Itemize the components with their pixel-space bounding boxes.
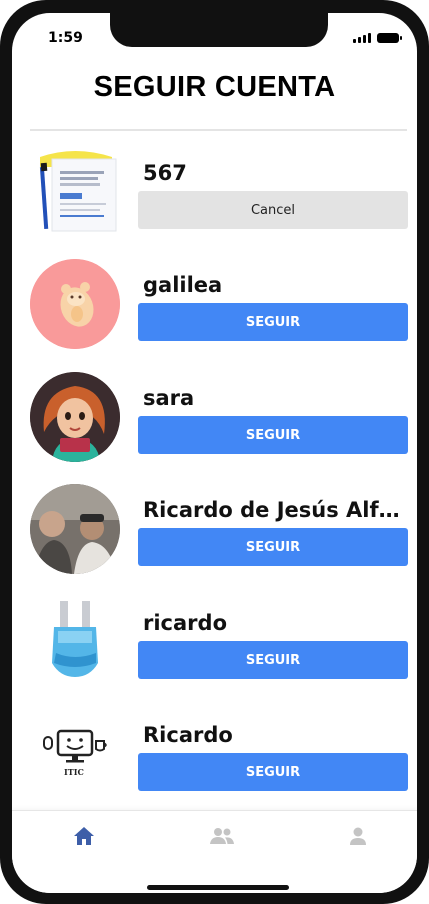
follow-button[interactable]: SEGUIR [138, 641, 408, 679]
account-row: sara SEGUIR [12, 368, 417, 468]
person-icon [350, 827, 366, 845]
account-name: 567 [143, 161, 187, 185]
computer-logo-avatar-icon [30, 709, 120, 799]
account-name: Ricardo de Jesús Alfa... [143, 498, 411, 522]
signal-icon [353, 33, 371, 43]
account-name: galilea [143, 273, 223, 297]
phone-frame: 1:59 SEGUIR CUENTA 567 Cancel galilea SE… [0, 0, 429, 904]
status-icons [353, 33, 402, 43]
people-icon [210, 828, 234, 844]
tab-people[interactable] [202, 821, 242, 851]
avatar [30, 259, 120, 349]
hamster-avatar-icon [30, 259, 120, 349]
account-row: Ricardo de Jesús Alfa... SEGUIR [12, 480, 417, 580]
account-name: Ricardo [143, 723, 233, 747]
avatar: ITIC [30, 709, 120, 799]
blue-fuse-avatar-icon [30, 597, 120, 687]
avatar [30, 597, 120, 687]
tab-profile[interactable] [338, 821, 378, 851]
status-time: 1:59 [48, 30, 83, 46]
header-divider [30, 129, 407, 131]
app-screen: 1:59 SEGUIR CUENTA 567 Cancel galilea SE… [12, 13, 417, 893]
follow-button[interactable]: SEGUIR [138, 303, 408, 341]
home-icon [74, 827, 94, 845]
avatar [30, 484, 120, 574]
account-row: galilea SEGUIR [12, 255, 417, 355]
logo-text: ITIC [64, 767, 84, 777]
device-notch [110, 13, 328, 47]
battery-icon [377, 33, 402, 43]
account-row: 567 Cancel [12, 143, 417, 243]
group-photo-avatar-icon [30, 484, 120, 574]
tab-home[interactable] [64, 821, 104, 851]
home-indicator [147, 885, 289, 890]
account-name: ricardo [143, 611, 227, 635]
avatar [30, 372, 120, 462]
bottom-tab-bar [12, 810, 417, 893]
document-photo-icon [30, 147, 120, 237]
account-name: sara [143, 386, 195, 410]
page-title: SEGUIR CUENTA [93, 71, 336, 103]
avatar [30, 147, 120, 237]
cancel-button[interactable]: Cancel [138, 191, 408, 229]
account-row: ITIC Ricardo SEGUIR [12, 705, 417, 805]
follow-button[interactable]: SEGUIR [138, 753, 408, 791]
follow-button[interactable]: SEGUIR [138, 528, 408, 566]
cartoon-girl-avatar-icon [30, 372, 120, 462]
follow-button[interactable]: SEGUIR [138, 416, 408, 454]
account-row: ricardo SEGUIR [12, 593, 417, 693]
